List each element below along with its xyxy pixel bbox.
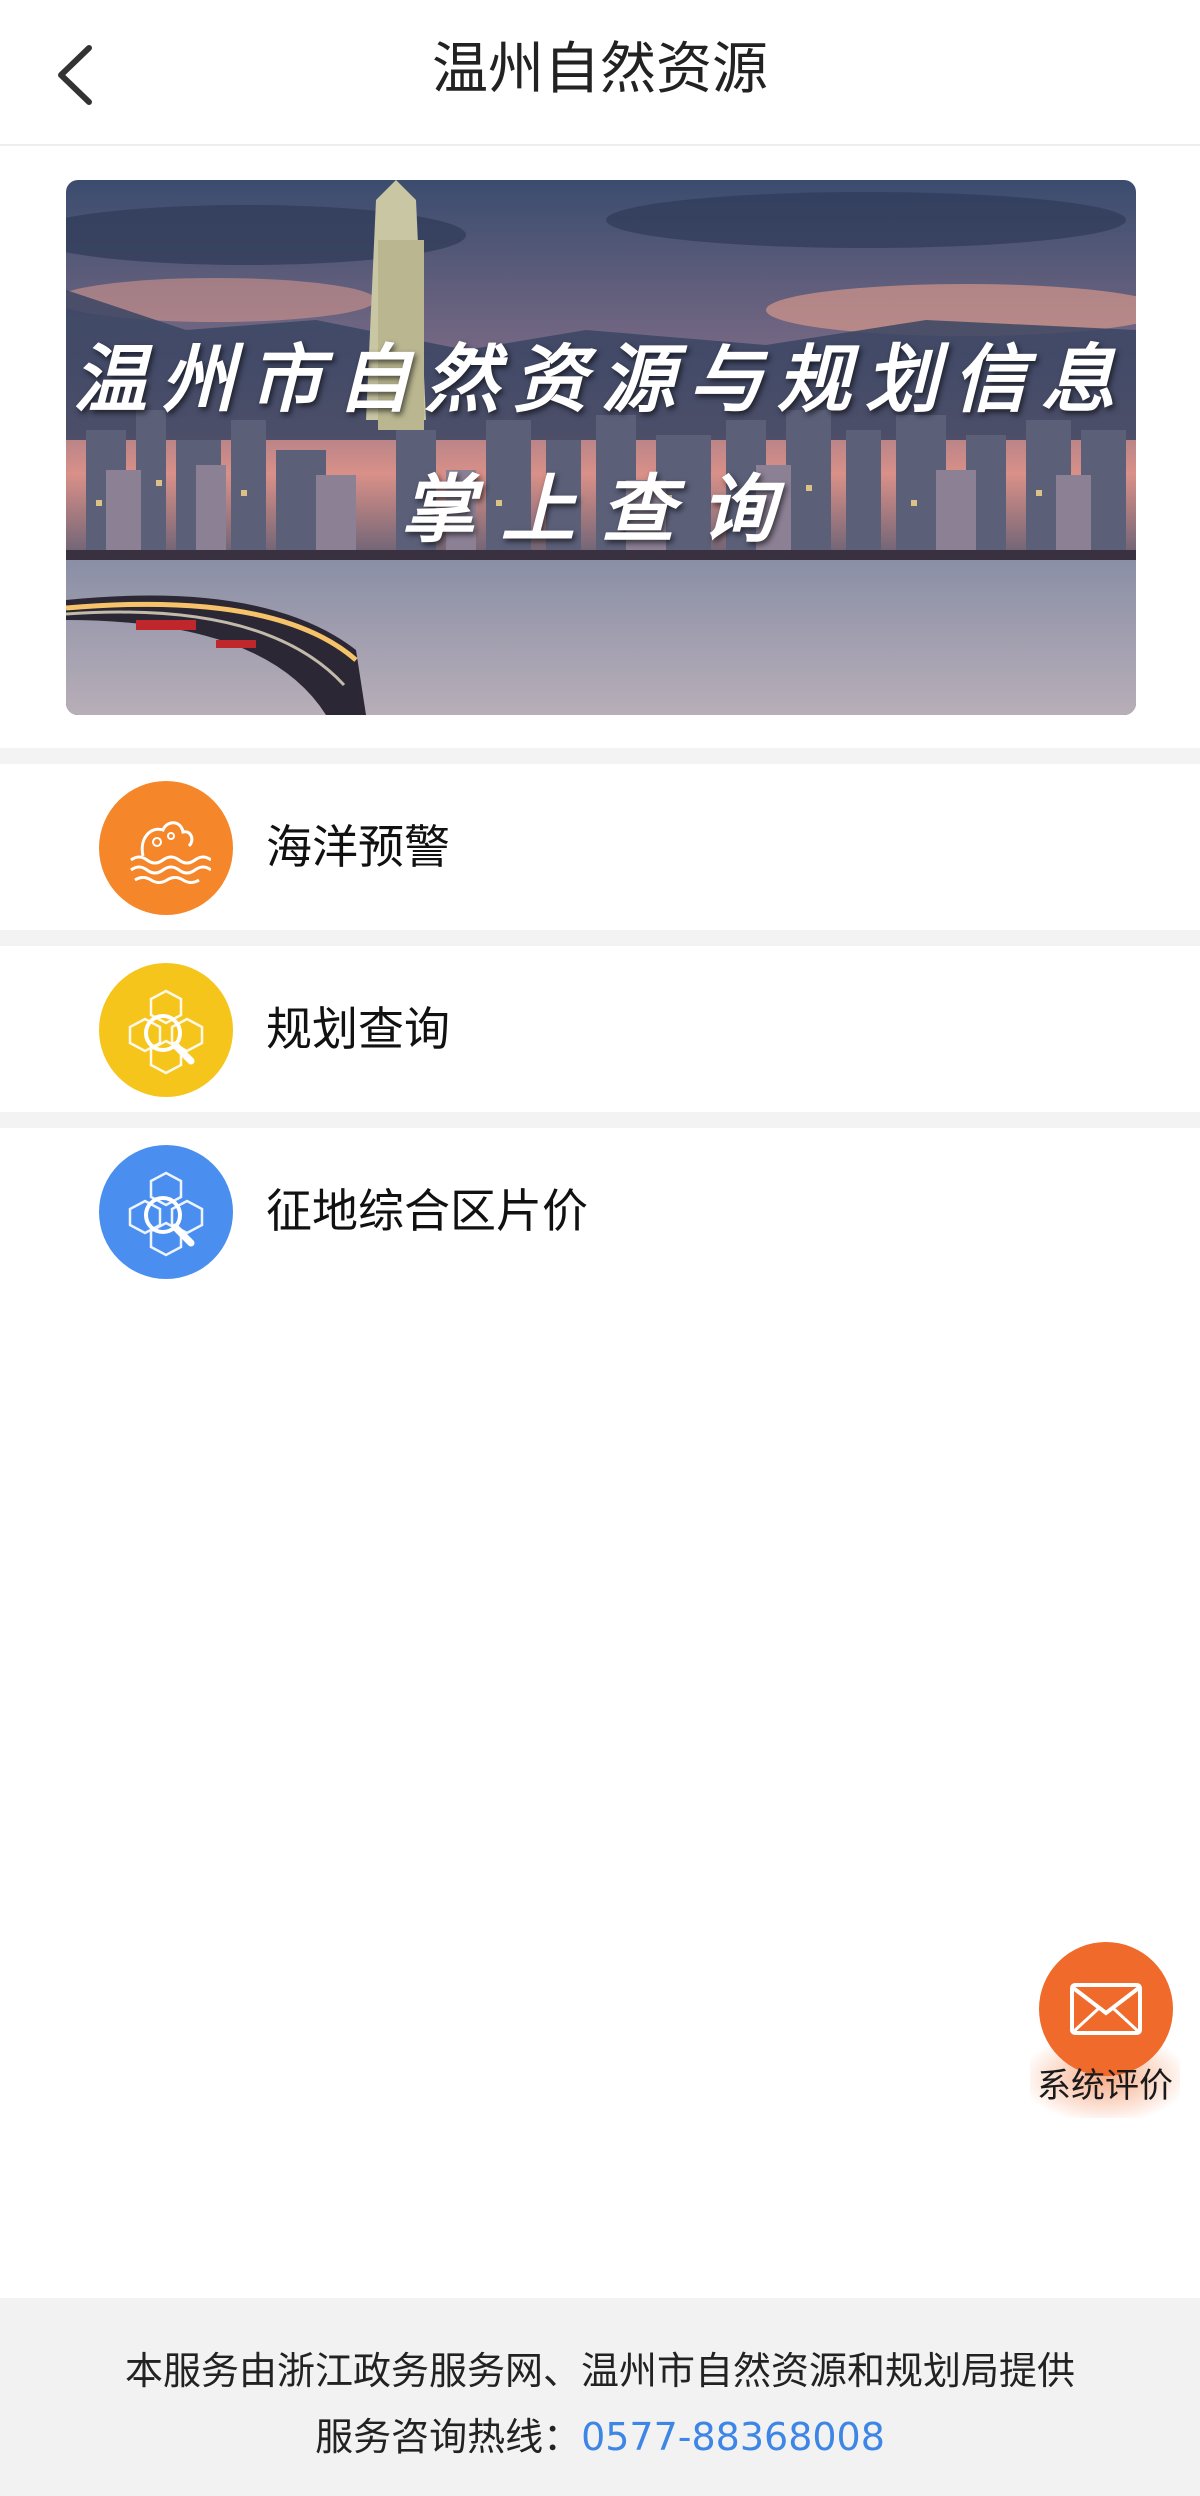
menu-item-ocean-warning[interactable]: 海洋预警 xyxy=(0,764,1200,930)
city-skyline-image xyxy=(66,180,1136,715)
evaluation-label: 系统评价 xyxy=(1037,2066,1173,2106)
hero-banner: 温州市自然资源与规划信息 掌上查询 xyxy=(66,180,1136,715)
footer-provider-text: 本服务由浙江政务服务网、温州市自然资源和规划局提供 xyxy=(124,2349,1075,2393)
menu-item-label: 海洋预警 xyxy=(266,820,450,874)
land-price-search-icon xyxy=(99,1145,233,1279)
envelope-icon xyxy=(1039,1942,1173,2076)
footer: 本服务由浙江政务服务网、温州市自然资源和规划局提供 服务咨询热线：0577-88… xyxy=(0,2298,1200,2496)
ocean-wave-icon xyxy=(99,781,233,915)
menu-item-land-price[interactable]: 征地综合区片价 xyxy=(0,1128,1200,1294)
section-divider xyxy=(0,930,1200,946)
footer-hotline-row: 服务咨询热线：0577-88368008 xyxy=(0,2406,1200,2461)
chevron-left-icon xyxy=(58,45,92,105)
planning-search-icon xyxy=(99,963,233,1097)
section-divider xyxy=(0,748,1200,764)
menu-item-planning-query[interactable]: 规划查询 xyxy=(0,946,1200,1112)
hotline-link[interactable]: 0577-88368008 xyxy=(581,2415,885,2459)
menu-item-label: 规划查询 xyxy=(266,1002,450,1056)
section-divider xyxy=(0,1112,1200,1128)
nav-header: 温州自然资源 xyxy=(0,0,1200,146)
banner-subheadline: 掌上查询 xyxy=(401,467,801,553)
app-page: 温州自然资源 温州市自然资源与规划信息 掌上查询 海洋预警 规划查询 征地综合区… xyxy=(0,0,1200,2496)
hotline-prefix: 服务咨询热线： xyxy=(315,2415,582,2459)
banner-headline: 温州市自然资源与规划信息 xyxy=(73,337,1129,423)
back-button[interactable] xyxy=(36,30,116,120)
page-title: 温州自然资源 xyxy=(432,37,768,102)
system-evaluation-button[interactable]: 系统评价 xyxy=(1030,1938,1180,2118)
menu-item-label: 征地综合区片价 xyxy=(266,1184,588,1238)
